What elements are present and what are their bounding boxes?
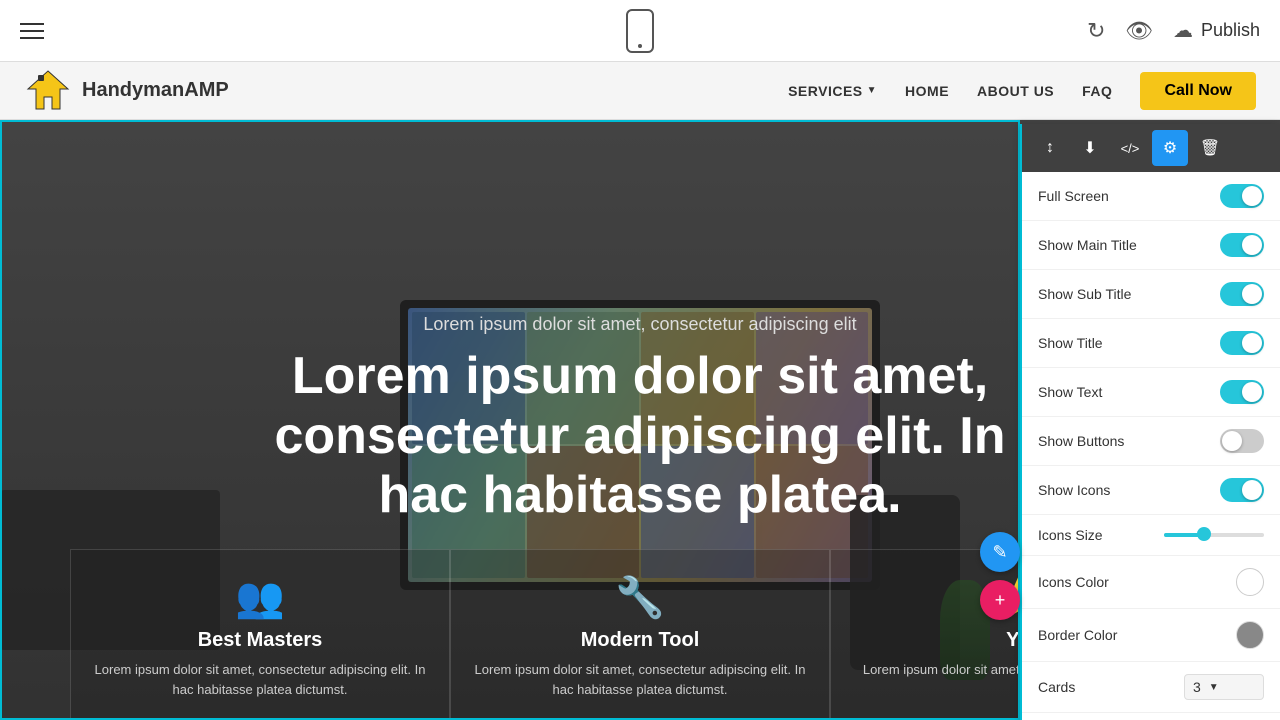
setting-icons-color: Icons Color [1022, 556, 1280, 609]
nav-item-about[interactable]: ABOUT US [977, 83, 1054, 99]
call-now-button[interactable]: Call Now [1140, 72, 1256, 110]
preview-icon[interactable]: 👁 [1125, 18, 1153, 44]
logo-icon [24, 67, 72, 115]
show-main-title-toggle[interactable] [1220, 233, 1264, 257]
top-toolbar: ↺ 👁 ☁ Publish [0, 0, 1280, 62]
cards-dropdown[interactable]: 3 ▼ [1184, 674, 1264, 700]
setting-show-buttons: Show Buttons [1022, 417, 1280, 466]
toolbar-center [626, 9, 654, 53]
border-color-swatch[interactable] [1236, 621, 1264, 649]
setting-show-text: Show Text [1022, 368, 1280, 417]
nav-item-faq[interactable]: FAQ [1082, 83, 1112, 99]
hero-content: Lorem ipsum dolor sit amet, consectetur … [250, 314, 1030, 526]
mobile-preview-icon[interactable] [626, 9, 654, 53]
show-text-toggle[interactable] [1220, 380, 1264, 404]
cards-label: Cards [1038, 679, 1075, 695]
card-2: 🔧 Modern Tool Lorem ipsum dolor sit amet… [450, 549, 830, 720]
settings-body: Full Screen Show Main Title Show Sub Tit… [1022, 172, 1280, 720]
border-color-label: Border Color [1038, 627, 1117, 643]
card-2-text: Lorem ipsum dolor sit amet, consectetur … [471, 660, 809, 699]
toolbar-left [20, 23, 44, 39]
show-icons-toggle[interactable] [1220, 478, 1264, 502]
publish-button[interactable]: ☁ Publish [1173, 18, 1260, 43]
pencil-icon: ✎ [992, 542, 1007, 563]
setting-border-color: Border Color [1022, 609, 1280, 662]
card-2-icon: 🔧 [471, 574, 809, 621]
reorder-button[interactable]: ↕ [1032, 130, 1068, 166]
hero-subtitle: Lorem ipsum dolor sit amet, consectetur … [270, 314, 1010, 335]
show-sub-title-label: Show Sub Title [1038, 286, 1131, 302]
card-1: 👥 Best Masters Lorem ipsum dolor sit ame… [70, 549, 450, 720]
publish-cloud-icon: ☁ [1173, 18, 1193, 43]
add-float-button[interactable]: + [980, 580, 1020, 620]
setting-cards: Cards 3 ▼ [1022, 662, 1280, 713]
setting-background-color: Background Color [1022, 713, 1280, 720]
show-text-label: Show Text [1038, 384, 1102, 400]
hamburger-menu[interactable] [20, 23, 44, 39]
undo-icon[interactable]: ↺ [1087, 18, 1105, 44]
icons-color-label: Icons Color [1038, 574, 1109, 590]
show-sub-title-toggle[interactable] [1220, 282, 1264, 306]
site-nav: SERVICES ▼ HOME ABOUT US FAQ Call Now [788, 72, 1256, 110]
edit-float-button[interactable]: ✎ [980, 532, 1020, 572]
show-buttons-label: Show Buttons [1038, 433, 1124, 449]
icons-size-slider[interactable] [1164, 533, 1264, 537]
card-1-text: Lorem ipsum dolor sit amet, consectetur … [91, 660, 429, 699]
setting-show-title: Show Title [1022, 319, 1280, 368]
publish-label: Publish [1201, 20, 1260, 41]
setting-show-main-title: Show Main Title [1022, 221, 1280, 270]
icons-color-swatch[interactable] [1236, 568, 1264, 596]
show-buttons-toggle[interactable] [1220, 429, 1264, 453]
setting-show-icons: Show Icons [1022, 466, 1280, 515]
site-logo: HandymanAMP [24, 67, 229, 115]
delete-button[interactable]: 🗑 [1192, 130, 1228, 166]
code-button[interactable]: </> [1112, 130, 1148, 166]
setting-full-screen: Full Screen [1022, 172, 1280, 221]
show-title-label: Show Title [1038, 335, 1103, 351]
settings-button[interactable]: ⚙ [1152, 130, 1188, 166]
plus-icon: + [995, 590, 1006, 611]
card-1-icon: 👥 [91, 574, 429, 621]
card-1-title: Best Masters [91, 629, 429, 652]
site-header: HandymanAMP SERVICES ▼ HOME ABOUT US FAQ… [0, 62, 1280, 120]
cards-chevron-icon: ▼ [1209, 682, 1219, 693]
settings-panel: ↕ ⬇ </> ⚙ 🗑 Full Screen [1020, 124, 1280, 720]
setting-show-sub-title: Show Sub Title [1022, 270, 1280, 319]
site-title: HandymanAMP [82, 79, 229, 102]
toolbar-right: ↺ 👁 ☁ Publish [1087, 18, 1260, 44]
setting-icons-size: Icons Size [1022, 515, 1280, 556]
card-2-title: Modern Tool [471, 629, 809, 652]
nav-item-home[interactable]: HOME [905, 83, 949, 99]
show-icons-label: Show Icons [1038, 482, 1110, 498]
settings-toolbar: ↕ ⬇ </> ⚙ 🗑 [1022, 124, 1280, 172]
icons-size-label: Icons Size [1038, 527, 1103, 543]
show-title-toggle[interactable] [1220, 331, 1264, 355]
download-button[interactable]: ⬇ [1072, 130, 1108, 166]
full-screen-toggle[interactable] [1220, 184, 1264, 208]
nav-item-services[interactable]: SERVICES ▼ [788, 83, 877, 99]
floating-buttons: ✎ + [980, 532, 1020, 620]
hero-title: Lorem ipsum dolor sit amet, consectetur … [270, 347, 1010, 526]
chevron-down-icon: ▼ [867, 85, 877, 96]
full-screen-label: Full Screen [1038, 188, 1109, 204]
show-main-title-label: Show Main Title [1038, 237, 1137, 253]
cards-value: 3 [1193, 679, 1201, 695]
